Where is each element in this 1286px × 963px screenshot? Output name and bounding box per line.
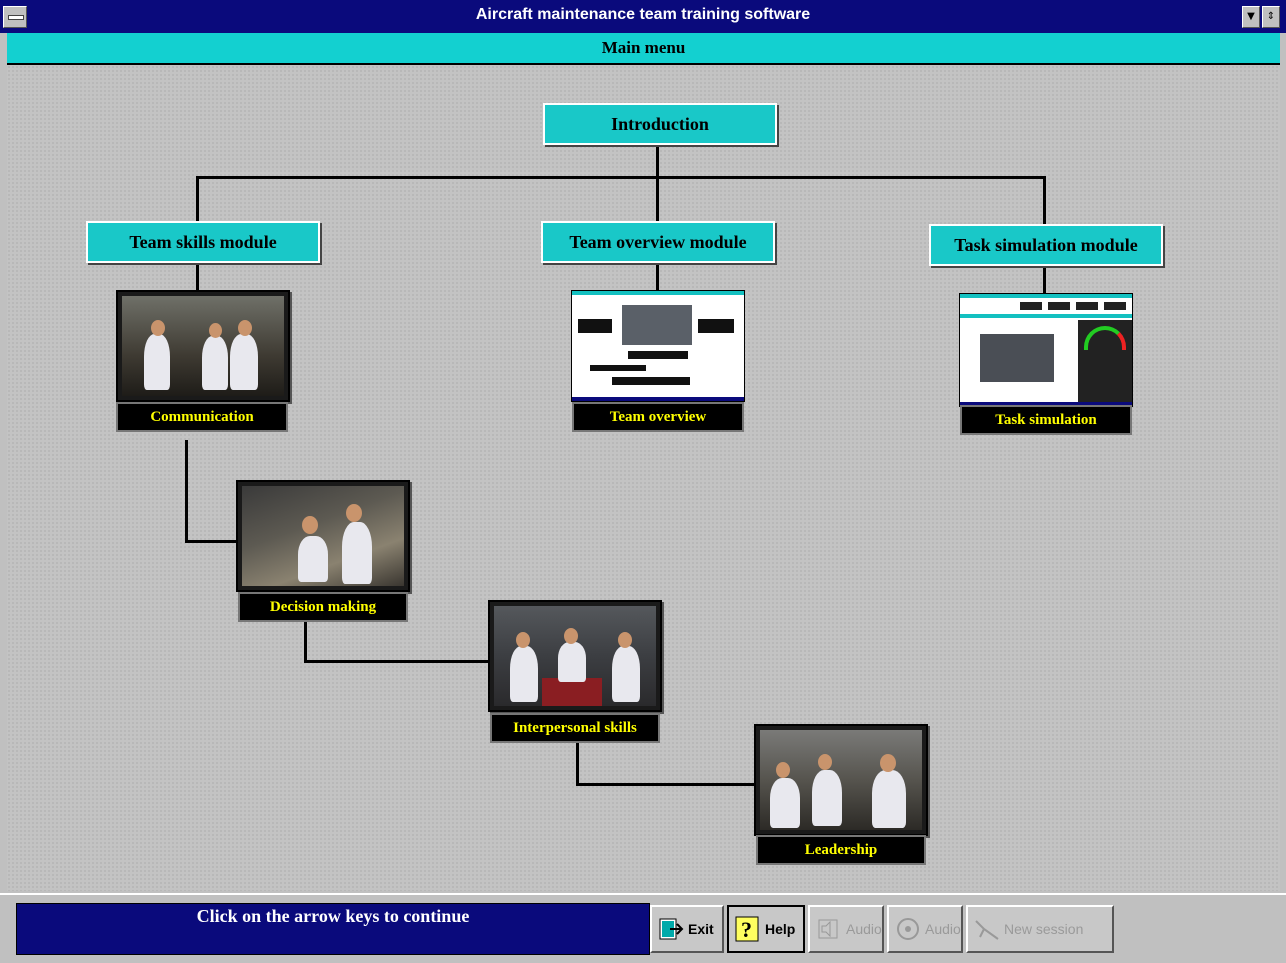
leadership-thumbnail[interactable] (754, 724, 928, 836)
connector (576, 740, 579, 785)
help-button[interactable]: ? Help (727, 905, 805, 953)
audio-cd-icon (895, 915, 921, 943)
connector (196, 261, 199, 291)
connector (1043, 176, 1046, 226)
team-skills-module-button[interactable]: Team skills module (86, 221, 320, 263)
connector (304, 620, 307, 662)
decision-making-label[interactable]: Decision making (238, 592, 408, 622)
interpersonal-skills-thumbnail[interactable] (488, 600, 662, 712)
interpersonal-skills-label[interactable]: Interpersonal skills (490, 713, 660, 743)
connector (196, 176, 1046, 179)
menu-title: Main menu (601, 38, 686, 57)
connector (185, 440, 188, 542)
connector (185, 540, 238, 543)
title-bar: Aircraft maintenance team training softw… (0, 0, 1286, 33)
connector (1043, 264, 1046, 294)
introduction-button[interactable]: Introduction (543, 103, 777, 145)
task-simulation-thumbnail[interactable] (959, 293, 1133, 407)
connector (656, 176, 659, 222)
connector (576, 783, 756, 786)
connector (656, 143, 659, 178)
decision-making-thumbnail[interactable] (236, 480, 410, 592)
window-title: Aircraft maintenance team training softw… (475, 6, 811, 23)
status-message: Click on the arrow keys to continue (196, 906, 470, 926)
communication-thumbnail[interactable] (116, 290, 290, 402)
restore-button[interactable]: ⇕ (1262, 6, 1280, 28)
exit-icon (658, 915, 684, 943)
audio-speaker-icon (816, 915, 842, 943)
exit-button[interactable]: Exit (650, 905, 724, 953)
interpersonal-skills-photo (494, 606, 656, 706)
leadership-photo (760, 730, 922, 830)
audio-button-2[interactable]: Audio (887, 905, 963, 953)
menu-bar: Main menu (7, 33, 1280, 65)
leadership-label[interactable]: Leadership (756, 835, 926, 865)
connector (304, 660, 490, 663)
audio-button-1[interactable]: Audio (808, 905, 884, 953)
connector (656, 261, 659, 291)
team-overview-module-button[interactable]: Team overview module (541, 221, 775, 263)
team-overview-label[interactable]: Team overview (572, 402, 744, 432)
connector (196, 176, 199, 222)
decision-making-photo (242, 486, 404, 586)
task-simulation-label[interactable]: Task simulation (960, 405, 1132, 435)
status-message-panel: Click on the arrow keys to continue (16, 903, 650, 955)
team-overview-thumbnail[interactable] (571, 290, 745, 402)
new-session-button[interactable]: New session (966, 905, 1114, 953)
communication-photo (122, 296, 284, 396)
new-session-icon (974, 915, 1000, 943)
help-icon: ? (735, 915, 761, 943)
svg-text:?: ? (741, 917, 752, 942)
minimize-button[interactable]: ▼ (1242, 6, 1260, 28)
task-simulation-module-button[interactable]: Task simulation module (929, 224, 1163, 266)
communication-label[interactable]: Communication (116, 402, 288, 432)
